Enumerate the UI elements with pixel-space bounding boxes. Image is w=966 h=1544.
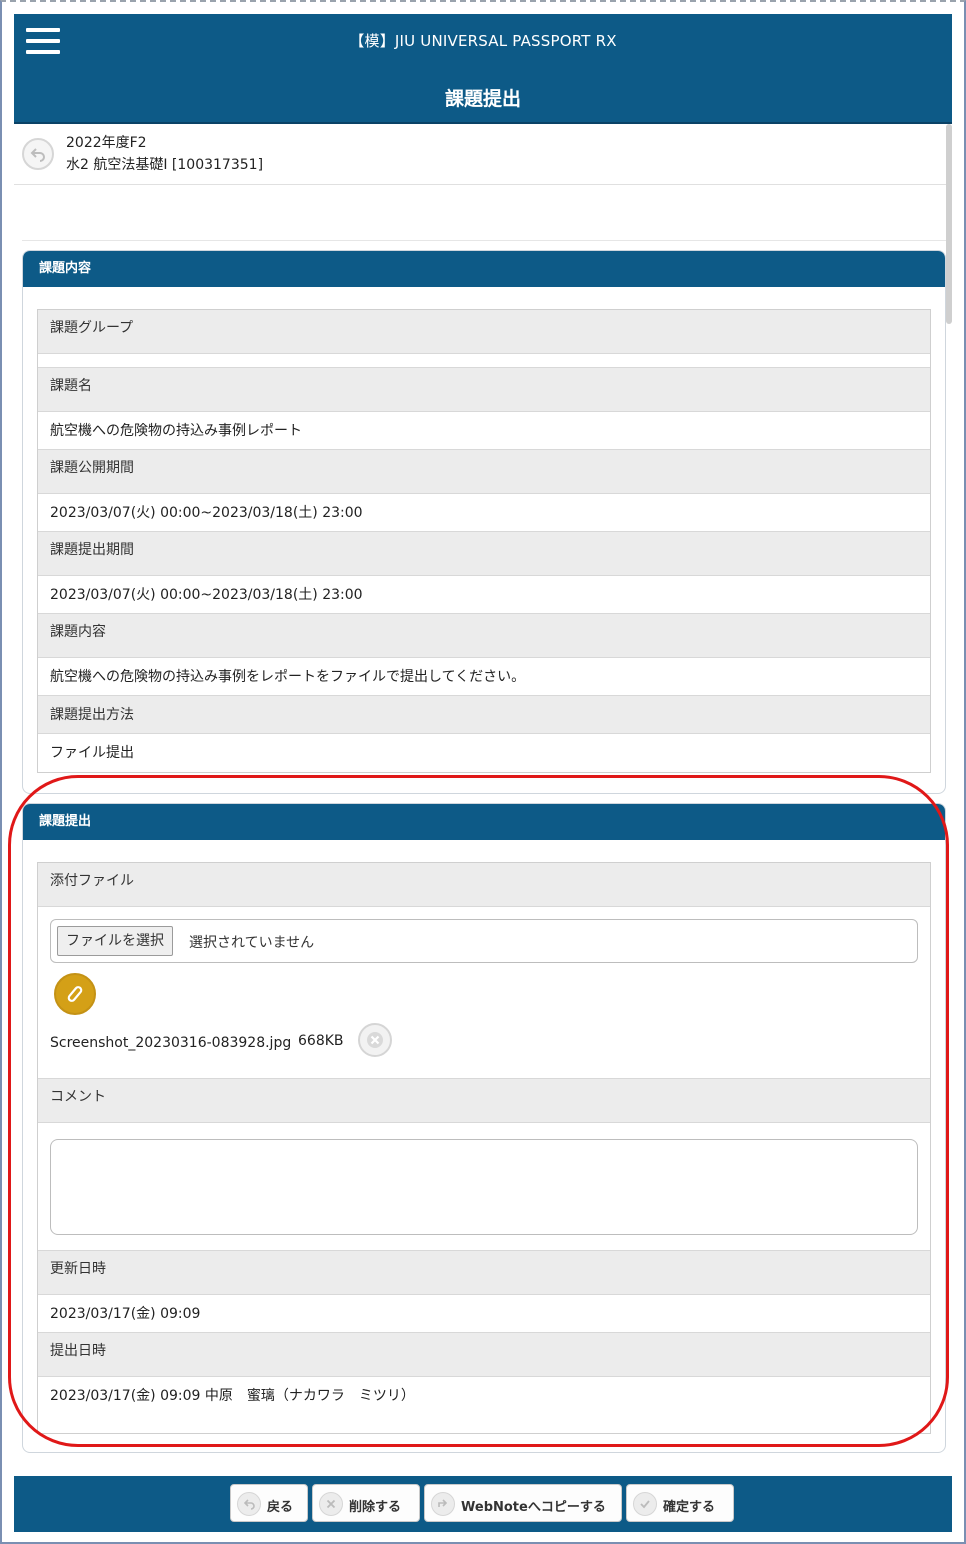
label-assignment-content: 課題内容 [38, 614, 930, 658]
course-term: 2022年度F2 [66, 135, 147, 151]
attached-file-name[interactable]: Screenshot_20230316-083928.jpg [50, 1035, 291, 1051]
label-submission-method: 課題提出方法 [38, 696, 930, 734]
app-screen: 【模】JIU UNIVERSAL PASSPORT RX 課題提出 2022年度… [14, 14, 952, 1536]
paperclip-icon[interactable] [54, 973, 96, 1015]
back-arrow-icon [237, 1492, 261, 1516]
label-updated-at: 更新日時 [38, 1251, 930, 1295]
footer-bar: 戻る 削除する WebNoteへコピーする 確定する [14, 1476, 952, 1532]
confirm-button[interactable]: 確定する [626, 1484, 734, 1522]
label-attachment: 添付ファイル [38, 863, 930, 907]
webnote-copy-button[interactable]: WebNoteへコピーする [424, 1484, 622, 1522]
confirm-button-label: 確定する [663, 1500, 716, 1515]
copy-icon [431, 1492, 455, 1516]
value-assignment-content: 航空機への危険物の持込み事例をレポートをファイルで提出してください。 [38, 658, 930, 696]
label-comment: コメント [38, 1079, 930, 1123]
back-button[interactable]: 戻る [230, 1484, 308, 1522]
label-assignment-name: 課題名 [38, 368, 930, 412]
scrollbar[interactable] [946, 124, 952, 324]
assignment-panel-title: 課題内容 [23, 251, 945, 287]
header-bar: 【模】JIU UNIVERSAL PASSPORT RX 課題提出 [14, 14, 952, 124]
label-submission-period: 課題提出期間 [38, 532, 930, 576]
assignment-table: 課題グループ 課題名 航空機への危険物の持込み事例レポート 課題公開期間 202… [37, 309, 931, 773]
course-info: 2022年度F2 水2 航空法基礎I [100317351] [14, 124, 946, 185]
course-name: 水2 航空法基礎I [100317351] [66, 157, 264, 173]
submission-panel: 課題提出 添付ファイル ファイルを選択 選択されていません Screenshot… [22, 803, 946, 1453]
delete-button-label: 削除する [349, 1500, 402, 1515]
value-updated-at: 2023/03/17(金) 09:09 [38, 1295, 930, 1333]
label-assignment-group: 課題グループ [38, 310, 930, 354]
value-submitted-at: 2023/03/17(金) 09:09 中原 蜜璃（ナカワラ ミツリ） [38, 1377, 930, 1415]
value-submission-method: ファイル提出 [38, 734, 930, 772]
comment-area [38, 1123, 930, 1251]
divider [22, 240, 946, 241]
value-publish-period: 2023/03/07(火) 00:00~2023/03/18(土) 23:00 [38, 494, 930, 532]
back-arrow-icon[interactable] [22, 138, 54, 170]
back-button-label: 戻る [267, 1500, 294, 1515]
delete-button[interactable]: 削除する [312, 1484, 420, 1522]
value-submission-period: 2023/03/07(火) 00:00~2023/03/18(土) 23:00 [38, 576, 930, 614]
close-circle-icon[interactable] [358, 1023, 392, 1057]
check-icon [633, 1492, 657, 1516]
label-publish-period: 課題公開期間 [38, 450, 930, 494]
webnote-copy-button-label: WebNoteへコピーする [461, 1500, 606, 1515]
assignment-panel: 課題内容 課題グループ 課題名 航空機への危険物の持込み事例レポート 課題公開期… [22, 250, 946, 794]
attachment-area: ファイルを選択 選択されていません Screenshot_20230316-08… [38, 907, 930, 1079]
page-title: 課題提出 [444, 88, 521, 110]
comment-textarea[interactable] [50, 1139, 918, 1235]
choose-file-button[interactable]: ファイルを選択 [57, 926, 173, 956]
value-assignment-name: 航空機への危険物の持込み事例レポート [38, 412, 930, 450]
app-title: 【模】JIU UNIVERSAL PASSPORT RX [349, 32, 617, 50]
submission-panel-title: 課題提出 [23, 804, 945, 840]
file-input[interactable]: ファイルを選択 選択されていません [50, 919, 918, 963]
file-status: 選択されていません [189, 935, 315, 951]
delete-icon [319, 1492, 343, 1516]
submission-table: 添付ファイル ファイルを選択 選択されていません Screenshot_2023… [37, 862, 931, 1434]
value-assignment-group [38, 354, 930, 368]
label-submitted-at: 提出日時 [38, 1333, 930, 1377]
attached-file-size: 668KB [298, 1033, 344, 1049]
